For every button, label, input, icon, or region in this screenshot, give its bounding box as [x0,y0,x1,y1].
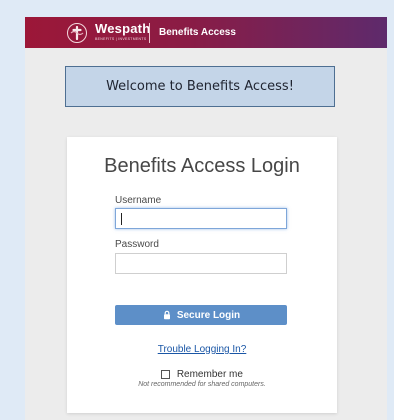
login-card: Benefits Access Login Username Password … [67,137,337,413]
secure-login-button[interactable]: Secure Login [115,305,287,325]
page-container: Wespath BENEFITS | INVESTMENTS Benefits … [25,17,387,420]
password-input[interactable] [115,253,287,274]
lock-icon [162,310,172,320]
username-label: Username [115,195,162,206]
remember-me-checkbox[interactable] [161,369,171,379]
remember-me-row[interactable]: Remember me [67,369,337,380]
password-label: Password [115,239,159,250]
header-title: Benefits Access [159,27,236,38]
welcome-banner: Welcome to Benefits Access! [65,66,335,107]
text-caret [121,213,122,225]
brand-subtitle: BENEFITS | INVESTMENTS [95,37,147,41]
remember-me-note: Not recommended for shared computers. [138,381,266,388]
brand-name: Wespath [95,21,151,36]
header-divider [149,23,150,43]
top-header: Wespath BENEFITS | INVESTMENTS Benefits … [25,17,387,48]
login-title: Benefits Access Login [104,155,300,177]
remember-me-label: Remember me [176,369,243,380]
secure-login-label: Secure Login [176,309,241,321]
trouble-logging-in-link[interactable]: Trouble Logging In? [67,344,337,355]
username-input[interactable] [115,208,287,229]
welcome-text: Welcome to Benefits Access! [106,79,294,94]
wespath-logo-icon [67,23,87,43]
